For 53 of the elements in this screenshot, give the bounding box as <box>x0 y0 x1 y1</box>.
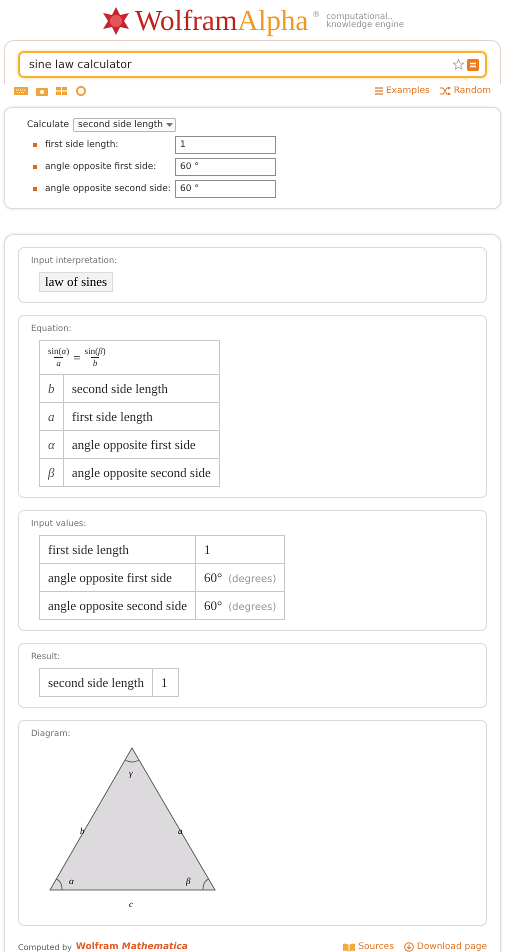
bullet-icon <box>33 165 37 169</box>
equation-formula: sin(α) a = sin(β) b <box>40 340 220 374</box>
caret-icon <box>166 123 173 127</box>
table-icon[interactable] <box>56 87 67 95</box>
calculate-label: Calculate <box>27 120 70 130</box>
shuffle-icon <box>440 87 451 95</box>
download-icon <box>404 942 414 952</box>
unit-text: (degrees) <box>228 574 276 584</box>
tagline-text: computational.. <box>326 12 393 21</box>
value-text: 60° <box>204 598 222 612</box>
value-text: 60° <box>204 570 222 584</box>
submit-icon[interactable] <box>467 58 479 70</box>
interpretation-text: law of sines <box>39 272 114 292</box>
star-icon[interactable] <box>453 59 464 70</box>
field-label: angle opposite first side: <box>45 162 158 172</box>
keyboard-icon[interactable] <box>14 87 28 95</box>
logo-icon <box>100 6 131 36</box>
registered-mark: ® <box>312 10 320 19</box>
symbol-cell: b <box>40 374 64 402</box>
tagline-text: knowledge engine <box>326 21 404 30</box>
computed-by-text: Computed by <box>18 942 72 952</box>
field-label: first side length: <box>45 140 120 150</box>
logo-text: WolframAlpha <box>134 6 308 36</box>
pod-title: Diagram: <box>31 729 70 739</box>
table-cell: angle opposite second side <box>63 458 220 486</box>
field-label: angle opposite second side: <box>45 184 171 194</box>
pod-title: Equation: <box>31 324 72 334</box>
pod-title: Input interpretation: <box>31 256 118 266</box>
search-field[interactable]: sine law calculator <box>18 51 487 78</box>
table-cell: angle opposite second side <box>40 592 196 620</box>
table-cell: first side length <box>63 402 220 430</box>
input-field[interactable]: 60 ° <box>175 180 276 198</box>
table-cell: second side length <box>63 374 220 402</box>
input-field[interactable]: 60 ° <box>175 158 276 176</box>
symbol-cell: β <box>40 458 64 486</box>
unit-text: (degrees) <box>228 602 276 612</box>
symbol-cell: a <box>40 402 64 430</box>
pod-title: Input values: <box>31 519 86 529</box>
table-cell: angle opposite first side <box>63 430 220 458</box>
input-field[interactable]: 1 <box>175 136 276 154</box>
symbol-cell: α <box>40 430 64 458</box>
pod-title: Result: <box>31 652 60 662</box>
bullet-icon <box>33 143 37 147</box>
table-cell: angle opposite first side <box>40 564 196 592</box>
table-cell: first side length <box>40 536 196 564</box>
list-icon <box>375 87 383 95</box>
brand-text: Wolfram Mathematica <box>76 942 188 952</box>
calculate-dropdown[interactable]: second side length <box>73 118 176 132</box>
camera-icon[interactable] <box>36 86 48 96</box>
bullet-icon <box>33 187 37 191</box>
table-cell: second side length <box>40 668 153 696</box>
value-text: 1 <box>204 542 210 556</box>
value-text: 1 <box>161 674 168 690</box>
